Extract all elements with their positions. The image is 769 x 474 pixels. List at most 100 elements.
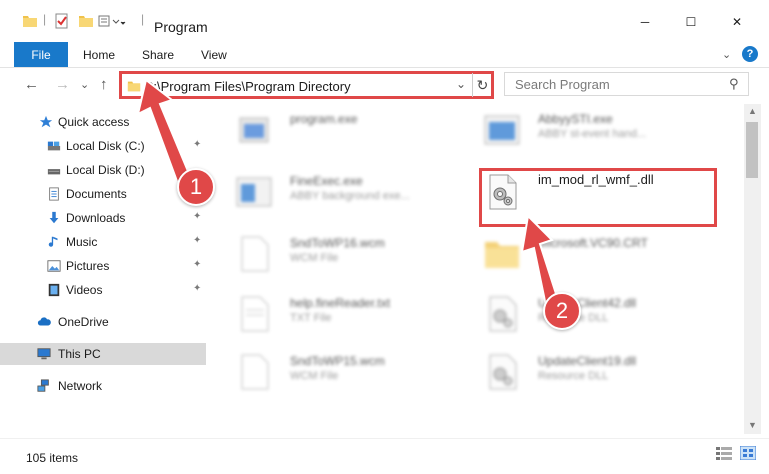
nav-item-music[interactable]: Music ✦ <box>0 231 206 253</box>
nav-label: OneDrive <box>58 315 109 329</box>
file-name: SndToWP15.wcm <box>290 354 385 368</box>
file-type: ABBY background exe... <box>290 190 410 202</box>
videos-icon <box>48 283 60 297</box>
music-icon <box>48 236 58 247</box>
new-folder-icon[interactable] <box>78 12 94 30</box>
address-bar[interactable]: C:\Program Files\Program Directory ⌄ ↻ <box>119 71 494 99</box>
nav-label: Music <box>66 235 98 249</box>
dll-gear-icon <box>489 296 517 332</box>
pin-icon: ✦ <box>193 283 202 294</box>
file-type: Resource DLL <box>538 370 609 382</box>
scroll-up-icon[interactable]: ▲ <box>748 106 757 116</box>
exe-icon <box>239 117 269 143</box>
nav-label: This PC <box>58 347 101 361</box>
window-title: Program <box>154 19 208 35</box>
address-path[interactable]: C:\Program Files\Program Directory <box>144 79 351 94</box>
minimize-icon: ─ <box>640 15 650 29</box>
file-type: TXT File <box>290 312 332 324</box>
pin-icon: ✦ <box>193 235 202 246</box>
file-icon <box>241 354 269 390</box>
minimize-button[interactable]: ─ <box>622 9 668 35</box>
scroll-down-icon[interactable]: ▼ <box>748 420 757 430</box>
tab-view[interactable]: View <box>201 48 227 62</box>
nav-label: Local Disk (C:) <box>66 139 145 153</box>
status-bar: 105 items <box>0 438 769 474</box>
nav-item-network[interactable]: Network <box>0 375 206 397</box>
expand-ribbon-icon[interactable]: ⌄ <box>722 48 731 61</box>
nav-item-pictures[interactable]: Pictures ✦ <box>0 255 206 277</box>
forward-button[interactable]: → <box>55 76 70 93</box>
file-name: Microsoft.VC90.CRT <box>538 236 648 250</box>
step-badge-2: 2 <box>543 292 581 330</box>
nav-item-this-pc[interactable]: This PC <box>0 343 206 365</box>
nav-quick-access[interactable]: Quick access <box>0 111 206 133</box>
refresh-button[interactable]: ↻ <box>472 73 492 97</box>
nav-item-documents[interactable]: Documents ✦ <box>0 183 206 205</box>
file-item[interactable]: AbbyySTI.exe ABBY st-event hand... <box>482 106 722 154</box>
help-icon[interactable]: ? <box>742 46 758 62</box>
nav-label: Documents <box>66 187 127 201</box>
tab-file[interactable]: File <box>14 42 68 67</box>
nav-label: Pictures <box>66 259 110 273</box>
search-input[interactable]: Search Program ⚲ <box>504 72 749 96</box>
customize-toolbar-icon[interactable] <box>98 12 126 30</box>
properties-icon[interactable] <box>54 12 70 30</box>
network-icon <box>37 379 49 392</box>
nav-item-onedrive[interactable]: OneDrive <box>0 311 206 333</box>
dll-gear-icon <box>489 354 517 390</box>
file-item[interactable]: FineExec.exe ABBY background exe... <box>234 168 474 216</box>
folder-icon <box>485 242 519 268</box>
file-item[interactable]: program.exe <box>234 106 474 154</box>
ribbon-tabs: File Home Share View <box>0 40 769 68</box>
large-icons-view-icon[interactable] <box>740 446 756 460</box>
step-badge-1: 1 <box>177 168 215 206</box>
item-count: 105 items <box>26 451 79 465</box>
drive-icon <box>47 141 61 151</box>
nav-label: Downloads <box>66 211 126 225</box>
pin-icon: ✦ <box>193 211 202 222</box>
file-item[interactable]: UpdateClient42.dll Resource DLL <box>482 290 722 338</box>
separator: | <box>43 12 47 26</box>
chevron-down-icon[interactable]: ⌄ <box>456 77 466 91</box>
file-item[interactable]: UpdateClient19.dll Resource DLL <box>482 348 722 396</box>
file-list: program.exe AbbyySTI.exe ABBY st-event h… <box>210 104 744 434</box>
back-button[interactable]: ← <box>24 76 39 93</box>
file-name: AbbyySTI.exe <box>538 112 613 126</box>
nav-item-local-disk-d[interactable]: Local Disk (D:) <box>0 159 206 181</box>
file-item[interactable]: SndToWP16.wcm WCM File <box>234 230 474 278</box>
nav-item-videos[interactable]: Videos ✦ <box>0 279 206 301</box>
details-view-icon[interactable] <box>716 446 732 460</box>
pin-icon: ✦ <box>193 139 202 150</box>
exe-icon <box>484 115 520 145</box>
search-icon: ⚲ <box>729 76 739 91</box>
file-icon <box>241 236 269 272</box>
maximize-button[interactable]: ☐ <box>668 9 714 35</box>
folder-icon <box>127 81 141 92</box>
file-name: SndToWP16.wcm <box>290 236 385 250</box>
drive-icon <box>47 169 61 175</box>
file-item[interactable]: Microsoft.VC90.CRT <box>482 230 722 278</box>
close-button[interactable]: ✕ <box>714 9 760 35</box>
scrollbar-thumb[interactable] <box>746 122 758 178</box>
file-type: WCM File <box>290 370 339 382</box>
tab-share[interactable]: Share <box>142 48 174 62</box>
navigation-pane: Quick access Local Disk (C:) ✦ Local Dis… <box>0 104 210 432</box>
file-item[interactable]: SndToWP15.wcm WCM File <box>234 348 474 396</box>
up-button[interactable]: ↑ <box>100 76 108 93</box>
text-file-icon <box>241 296 269 332</box>
search-placeholder: Search Program <box>515 77 610 92</box>
file-name: FineExec.exe <box>290 174 363 188</box>
nav-item-downloads[interactable]: Downloads ✦ <box>0 207 206 229</box>
file-type: ABBY st-event hand... <box>538 128 647 140</box>
file-type: WCM File <box>290 252 339 264</box>
file-name: program.exe <box>290 112 358 126</box>
nav-item-local-disk-c[interactable]: Local Disk (C:) ✦ <box>0 135 206 157</box>
pin-icon: ✦ <box>193 259 202 270</box>
highlight-box <box>479 168 717 227</box>
tab-home[interactable]: Home <box>83 48 115 62</box>
recent-locations-button[interactable]: ⌄ <box>80 78 89 91</box>
separator: | <box>141 12 145 26</box>
downloads-icon <box>49 211 59 224</box>
exe-icon <box>236 177 272 207</box>
file-item[interactable]: help.fineReader.txt TXT File <box>234 290 474 338</box>
